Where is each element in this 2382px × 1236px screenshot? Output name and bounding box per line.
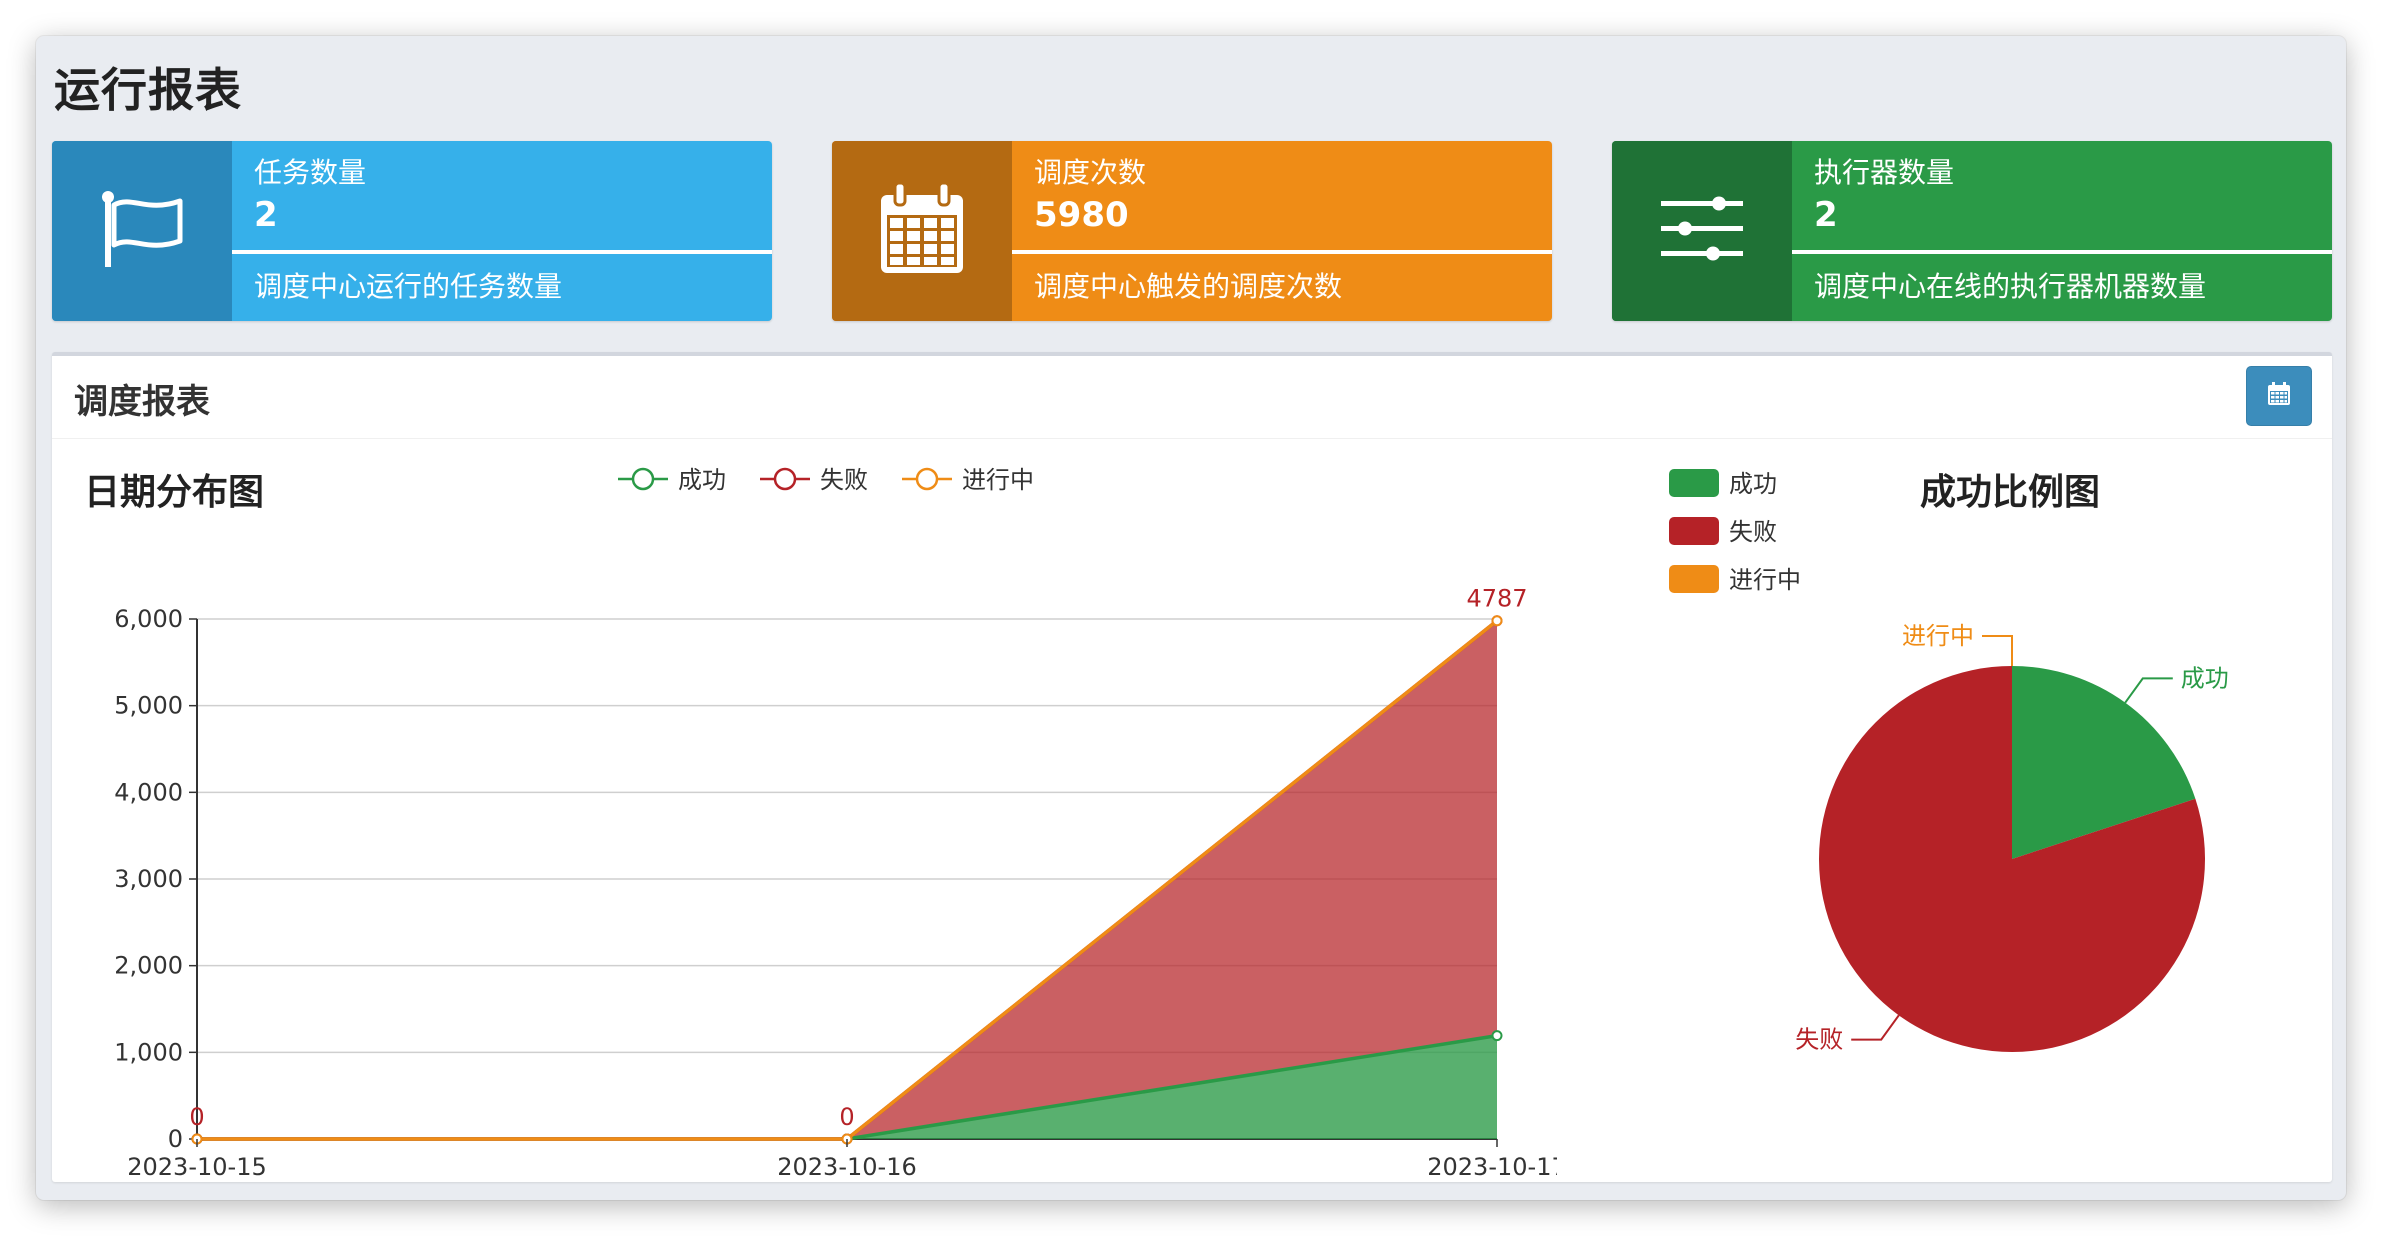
info-box-description: 调度中心触发的调度次数 [1034, 270, 1343, 303]
y-tick-label: 0 [168, 1125, 183, 1153]
info-box-icon-area [52, 141, 232, 321]
legend-label: 失败 [820, 466, 868, 494]
info-box-description: 调度中心运行的任务数量 [254, 270, 563, 303]
data-label: 0 [839, 1103, 854, 1131]
legend-label: 进行中 [1729, 566, 1801, 594]
x-tick-label: 2023-10-15 [127, 1153, 266, 1179]
series-area [197, 620, 1497, 1139]
data-point [1491, 615, 1503, 627]
info-box-label: 任务数量 [254, 156, 367, 189]
report-panel: 调度报表 日期分布图 0 1,000 2,000 3,000 4,000 5,0… [52, 352, 2332, 1182]
legend-marker [915, 467, 939, 491]
pie-label: 进行中 [1902, 622, 1974, 650]
pie-label: 失败 [1795, 1026, 1843, 1054]
legend-label: 成功 [1729, 470, 1777, 498]
app-window: 运行报表 任务数量 2 调度中心运行的任务数量 调度次数 5980 调度中心触发… [36, 36, 2346, 1200]
legend-swatch [1669, 469, 1719, 497]
info-box-trigger-count: 调度次数 5980 调度中心触发的调度次数 [832, 141, 1552, 321]
legend-label: 失败 [1729, 518, 1777, 546]
data-label: 0 [189, 1103, 204, 1131]
legend-label: 成功 [678, 466, 726, 494]
legend-swatch [1669, 565, 1719, 593]
info-box-executor-count: 执行器数量 2 调度中心在线的执行器机器数量 [1612, 141, 2332, 321]
sliders-icon [1657, 194, 1747, 268]
y-tick-label: 6,000 [114, 605, 183, 633]
x-tick-label: 2023-10-16 [777, 1153, 916, 1179]
y-tick-label: 5,000 [114, 692, 183, 720]
info-box-progress [1792, 250, 2332, 254]
info-box-progress [1012, 250, 1552, 254]
y-tick-label: 3,000 [114, 865, 183, 893]
pie-label-line [1982, 635, 2013, 666]
date-distribution-chart: 日期分布图 0 1,000 2,000 3,000 4,000 5,000 6,000 202… [52, 439, 1612, 1179]
flag-icon [94, 181, 190, 281]
info-box-task-count: 任务数量 2 调度中心运行的任务数量 [52, 141, 772, 321]
y-tick-label: 1,000 [114, 1038, 183, 1066]
y-tick-label: 4,000 [114, 778, 183, 806]
legend-label: 进行中 [962, 466, 1034, 494]
page-title: 运行报表 [54, 63, 242, 117]
legend-item-失败: 失败 [760, 466, 868, 494]
pie-chart-svg: 成功失败进行中成功失败进行中 [1669, 469, 2229, 1054]
legend-marker [631, 467, 655, 491]
info-box-number: 2 [254, 195, 278, 235]
legend-item-进行中: 进行中 [902, 466, 1034, 494]
info-box-icon-area [1612, 141, 1792, 321]
x-tick-label: 2023-10-17 [1427, 1153, 1566, 1179]
info-box-progress [232, 250, 772, 254]
pie-label-line [1851, 1014, 1900, 1041]
date-range-button[interactable] [2246, 366, 2312, 426]
calendar-icon [877, 181, 967, 281]
info-box-content: 调度次数 5980 调度中心触发的调度次数 [1012, 141, 1552, 321]
legend-item-成功: 成功 [618, 466, 726, 494]
info-box-number: 5980 [1034, 195, 1129, 235]
pie-label: 成功 [2181, 664, 2229, 692]
legend-swatch [1669, 517, 1719, 545]
chart-title: 成功比例图 [1920, 472, 2101, 513]
info-box-content: 任务数量 2 调度中心运行的任务数量 [232, 141, 772, 321]
calendar-icon [2266, 381, 2292, 411]
info-box-label: 调度次数 [1034, 156, 1147, 189]
data-point [1491, 1030, 1503, 1042]
info-box-label: 执行器数量 [1814, 156, 1955, 189]
data-label: 4787 [1466, 585, 1527, 613]
success-ratio-chart: 成功比例图 成功 失败 进行中 成功 失败 进行中 [1612, 439, 2332, 1179]
info-box-number: 2 [1814, 195, 1838, 235]
panel-header: 调度报表 [52, 356, 2332, 439]
y-tick-label: 2,000 [114, 952, 183, 980]
info-box-icon-area [832, 141, 1012, 321]
info-box-content: 执行器数量 2 调度中心在线的执行器机器数量 [1792, 141, 2332, 321]
chart-title: 日期分布图 [84, 472, 265, 513]
pie-label-line [2124, 677, 2173, 704]
info-box-description: 调度中心在线的执行器机器数量 [1814, 270, 2207, 303]
legend-marker [773, 467, 797, 491]
panel-title: 调度报表 [74, 382, 210, 422]
line-chart-svg: 0 1,000 2,000 3,000 4,000 5,000 6,000 2023-10-1… [114, 466, 1566, 1179]
